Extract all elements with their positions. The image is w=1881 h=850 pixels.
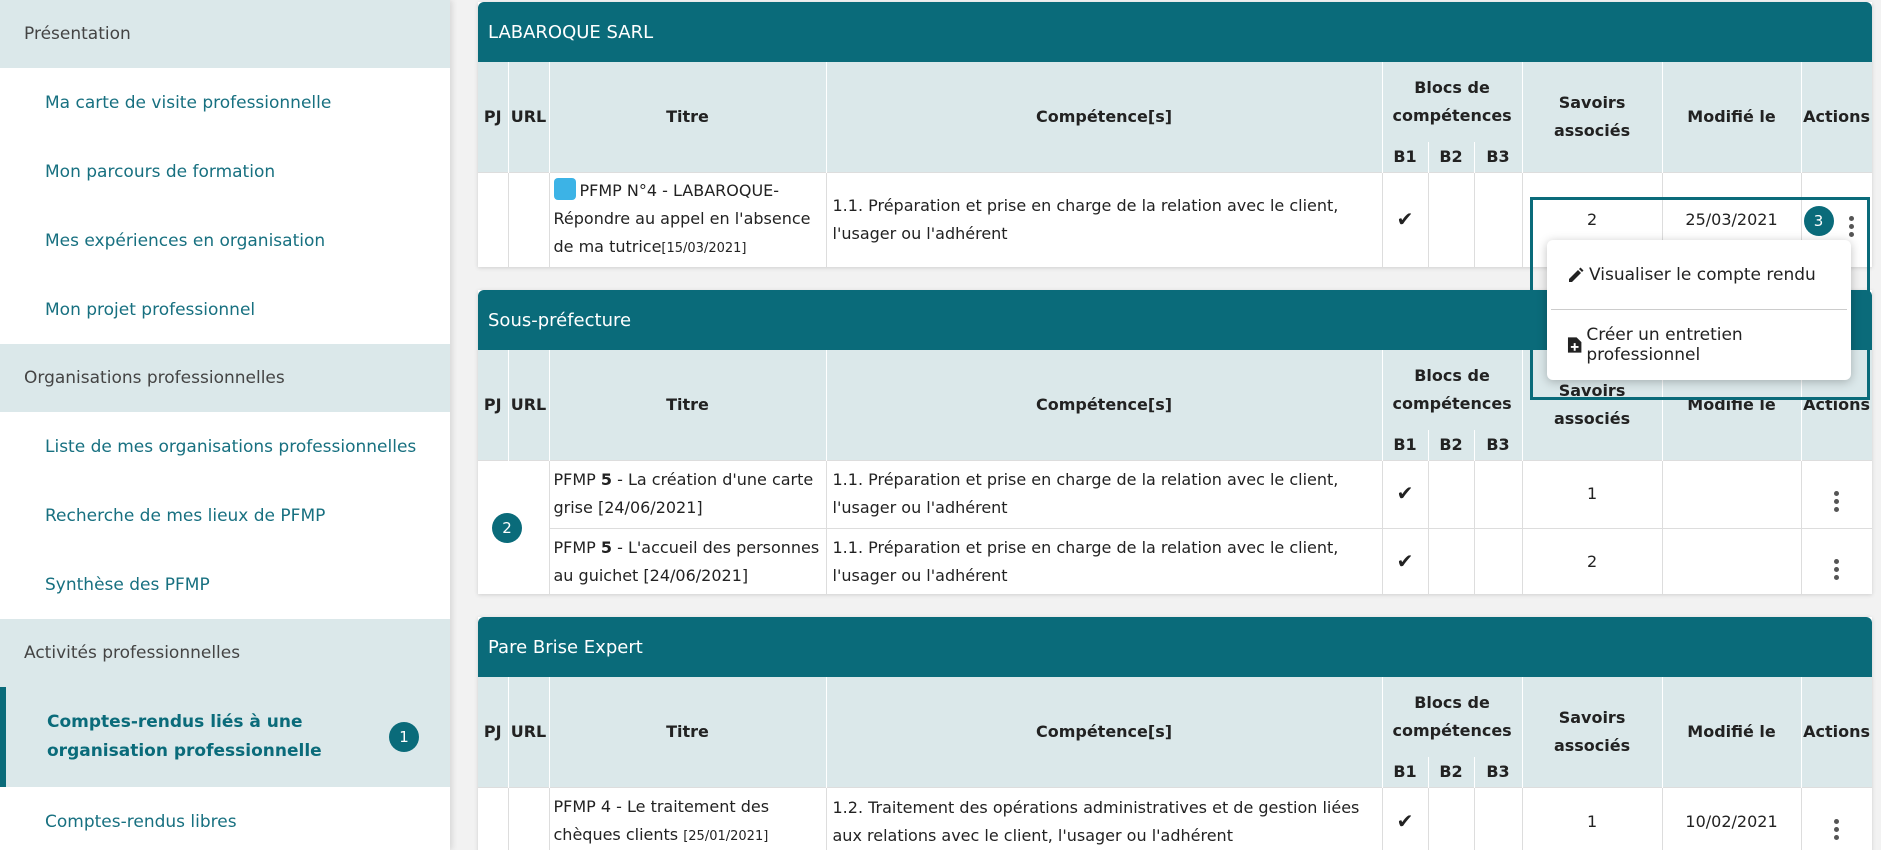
savoirs-count: 2 — [1522, 527, 1663, 594]
col-competences: Compétence[s] — [826, 62, 1383, 172]
step-badge: 1 — [389, 722, 419, 752]
sidebar-item-carte-visite[interactable]: Ma carte de visite professionnelle — [0, 68, 450, 137]
col-b3: B3 — [1474, 757, 1523, 787]
sidebar-section-activites: Activités professionnelles — [0, 619, 450, 687]
modified-date — [1662, 459, 1802, 528]
sidebar-item-synthese-pfmp[interactable]: Synthèse des PFMP — [0, 550, 450, 619]
competence-text: 1.1. Préparation et prise en charge de l… — [826, 527, 1383, 594]
col-titre: Titre — [549, 677, 827, 787]
card-title: Pare Brise Expert — [478, 617, 1872, 677]
col-url: URL — [508, 677, 550, 787]
report-title[interactable]: PFMP 5 - La création d'une carte grise [… — [549, 459, 827, 528]
competence-text: 1.1. Préparation et prise en charge de l… — [826, 459, 1383, 528]
col-blocs: Blocs de compétences — [1382, 62, 1523, 142]
check-icon: ✔ — [1396, 481, 1414, 505]
sidebar-item-recherche-pfmp[interactable]: Recherche de mes lieux de PFMP — [0, 481, 450, 550]
col-b1: B1 — [1382, 757, 1429, 787]
view-report-menu-item[interactable]: Visualiser le compte rendu — [1547, 240, 1851, 309]
col-actions: Actions — [1801, 677, 1872, 787]
pencil-icon — [1569, 267, 1584, 282]
menu-item-label: Créer un entretien professionnel — [1586, 324, 1743, 365]
organisation-card: Pare Brise Expert PJ URL Titre Compétenc… — [478, 617, 1872, 850]
more-actions-icon[interactable] — [1834, 490, 1840, 512]
table-row[interactable]: 2 PFMP 5 - La création d'une carte grise… — [478, 459, 1872, 594]
step-badge: 2 — [492, 512, 522, 543]
report-date: [15/03/2021] — [661, 240, 747, 256]
col-b1: B1 — [1382, 142, 1429, 172]
file-plus-icon — [1567, 336, 1582, 353]
sidebar-item-parcours-formation[interactable]: Mon parcours de formation — [0, 137, 450, 206]
col-savoirs: Savoirs associés — [1522, 62, 1663, 172]
card-title: LABAROQUE SARL — [478, 2, 1872, 62]
reports-table: PJ URL Titre Compétence[s] Blocs de comp… — [478, 677, 1872, 850]
create-interview-menu-item[interactable]: Créer un entretien professionnel — [1547, 310, 1851, 379]
col-b2: B2 — [1428, 142, 1475, 172]
check-icon: ✔ — [1396, 549, 1414, 574]
col-actions: Actions — [1801, 62, 1872, 172]
col-competences: Compétence[s] — [826, 677, 1383, 787]
col-url: URL — [508, 62, 550, 172]
col-modifie: Modifié le — [1662, 677, 1802, 787]
col-b3: B3 — [1474, 430, 1523, 460]
col-pj: PJ — [478, 677, 509, 787]
sidebar-item-label: Comptes-rendus liés à une organisation p… — [47, 712, 322, 761]
col-b3: B3 — [1474, 142, 1523, 172]
sidebar-item-liste-organisations[interactable]: Liste de mes organisations professionnel… — [0, 412, 450, 481]
sidebar-item-projet[interactable]: Mon projet professionnel — [0, 275, 450, 344]
savoirs-count: 1 — [1522, 459, 1663, 528]
report-icon — [553, 177, 576, 200]
col-blocs: Blocs de compétences — [1382, 677, 1523, 757]
modified-date — [1662, 527, 1802, 594]
report-title[interactable]: PFMP 4 - Le traitement des chèques clien… — [549, 786, 827, 850]
competence-text: 1.2. Traitement des opérations administr… — [826, 786, 1383, 850]
sidebar-section-presentation: Présentation — [0, 0, 450, 68]
sidebar: Présentation Ma carte de visite professi… — [0, 0, 450, 850]
col-blocs: Blocs de compétences — [1382, 350, 1523, 430]
col-pj: PJ — [478, 62, 509, 172]
report-title[interactable]: PFMP 5 - L'accueil des personnes au guic… — [549, 527, 827, 594]
col-titre: Titre — [549, 350, 827, 460]
col-competences: Compétence[s] — [826, 350, 1383, 460]
col-pj: PJ — [478, 350, 509, 460]
sidebar-item-comptes-rendus-libres[interactable]: Comptes-rendus libres — [0, 787, 450, 850]
col-url: URL — [508, 350, 550, 460]
sidebar-item-comptes-rendus-organisation[interactable]: Comptes-rendus liés à une organisation p… — [0, 687, 450, 787]
modified-date: 10/02/2021 — [1662, 786, 1802, 850]
table-row[interactable]: PFMP 5 - L'accueil des personnes au guic… — [478, 527, 1872, 594]
col-b1: B1 — [1382, 430, 1429, 460]
check-icon: ✔ — [1396, 809, 1414, 834]
check-icon: ✔ — [1396, 206, 1414, 231]
col-modifie: Modifié le — [1662, 62, 1802, 172]
competence-text: 1.1. Préparation et prise en charge de l… — [826, 171, 1383, 267]
more-actions-icon[interactable] — [1834, 818, 1840, 840]
col-savoirs: Savoirs associés — [1522, 677, 1663, 787]
actions-dropdown: Visualiser le compte rendu Créer un entr… — [1547, 240, 1851, 380]
table-row[interactable]: PFMP 4 - Le traitement des chèques clien… — [478, 786, 1872, 850]
menu-item-label: Visualiser le compte rendu — [1589, 264, 1816, 285]
savoirs-count: 1 — [1522, 786, 1663, 850]
sidebar-item-experiences[interactable]: Mes expériences en organisation — [0, 206, 450, 275]
col-b2: B2 — [1428, 430, 1475, 460]
col-b2: B2 — [1428, 757, 1475, 787]
more-actions-icon[interactable] — [1834, 558, 1840, 580]
sidebar-section-organisations: Organisations professionnelles — [0, 344, 450, 412]
report-date: [25/01/2021] — [683, 829, 769, 845]
col-titre: Titre — [549, 62, 827, 172]
